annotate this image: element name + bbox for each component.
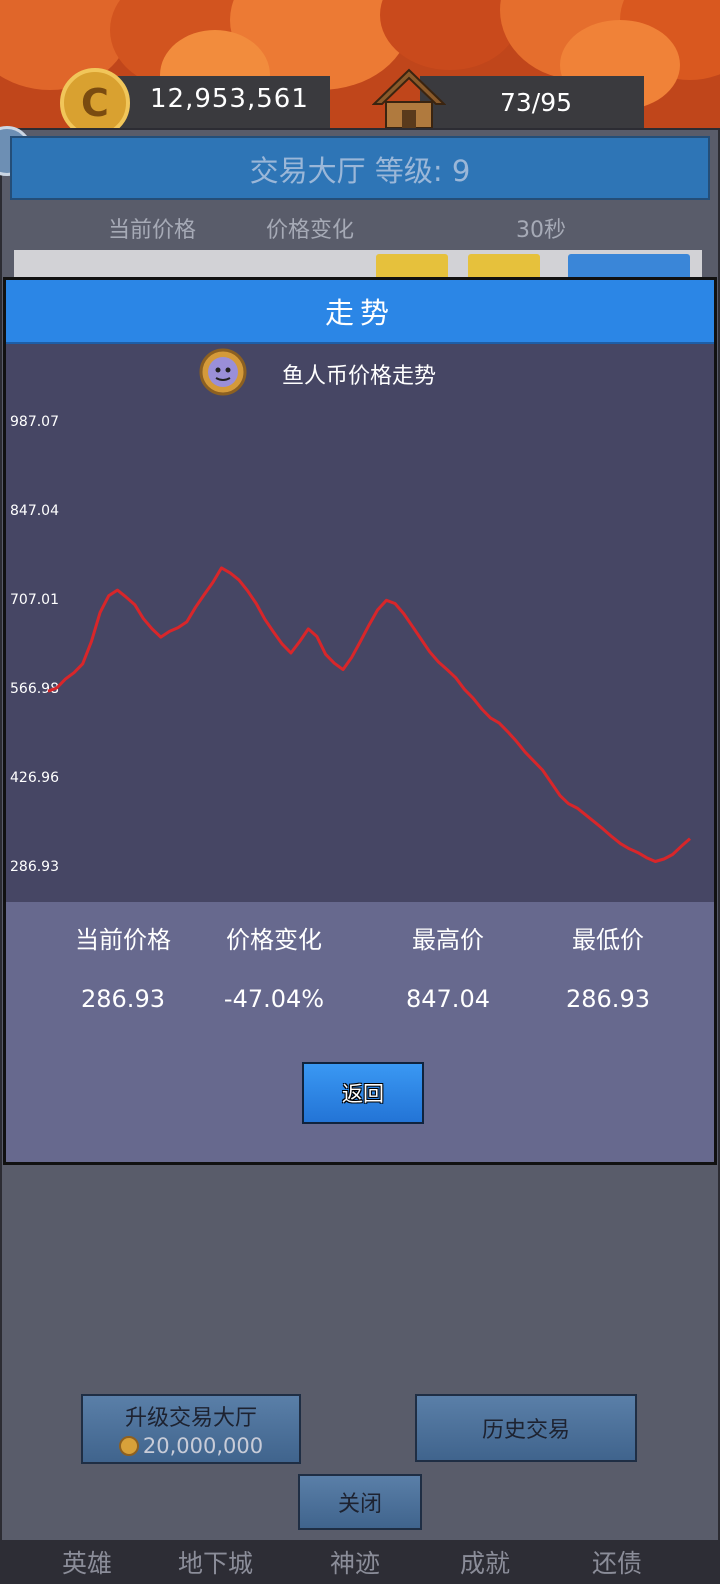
stat-label-current-price: 当前价格: [75, 926, 171, 954]
chart-title: 鱼人币价格走势: [282, 364, 437, 389]
column-current-price: 当前价格: [108, 218, 197, 243]
stat-label-high: 最高价: [412, 926, 484, 954]
y-tick-label: 286.93: [10, 859, 59, 875]
nav-achievements[interactable]: 成就: [460, 1544, 510, 1580]
hut-icon: [372, 68, 446, 129]
nav-miracles[interactable]: 神迹: [330, 1544, 380, 1580]
y-tick-label: 847.04: [10, 503, 59, 519]
y-tick-label: 987.07: [10, 414, 59, 430]
stat-label-low: 最低价: [572, 926, 644, 954]
stat-value-high: 847.04: [406, 985, 490, 1013]
y-tick-label: 707.01: [10, 592, 59, 608]
coin-value: 12,953,561: [150, 84, 309, 114]
nav-dungeon[interactable]: 地下城: [178, 1544, 253, 1580]
capacity-value: 73/95: [500, 88, 573, 117]
upgrade-hall-button[interactable]: 升级交易大厅 20,000,000: [81, 1394, 301, 1464]
close-button[interactable]: 关闭: [298, 1474, 422, 1530]
price-trend-chart: 987.07847.04707.01566.98426.96286.93: [10, 414, 691, 875]
stat-value-price-change: -47.04%: [223, 985, 325, 1013]
trade-history-button[interactable]: 历史交易: [415, 1394, 637, 1462]
trend-modal-title: 走势: [324, 296, 395, 330]
price-line: [47, 566, 691, 863]
trading-hall-columns: 当前价格 价格变化 30秒: [10, 212, 710, 246]
y-axis-ticks: 987.07847.04707.01566.98426.96286.93: [10, 414, 59, 875]
nav-repay-debt[interactable]: 还债: [592, 1544, 642, 1580]
stat-value-low: 286.93: [566, 985, 650, 1013]
stat-label-price-change: 价格变化: [226, 926, 322, 954]
trading-hall-title: 交易大厅 等级: 9: [249, 154, 471, 188]
back-button[interactable]: 返回: [302, 1062, 424, 1124]
column-30s: 30秒: [516, 218, 566, 243]
nav-heroes[interactable]: 英雄: [62, 1544, 112, 1580]
upgrade-cost: 20,000,000: [118, 1434, 264, 1458]
y-tick-label: 426.96: [10, 770, 59, 786]
fishman-coin-icon: [199, 348, 247, 396]
stat-value-current-price: 286.93: [81, 985, 165, 1013]
column-price-change: 价格变化: [266, 218, 355, 243]
upgrade-hall-label: 升级交易大厅: [124, 1406, 257, 1431]
upgrade-cost-value: 20,000,000: [142, 1434, 264, 1458]
coin-icon: [118, 1436, 139, 1456]
